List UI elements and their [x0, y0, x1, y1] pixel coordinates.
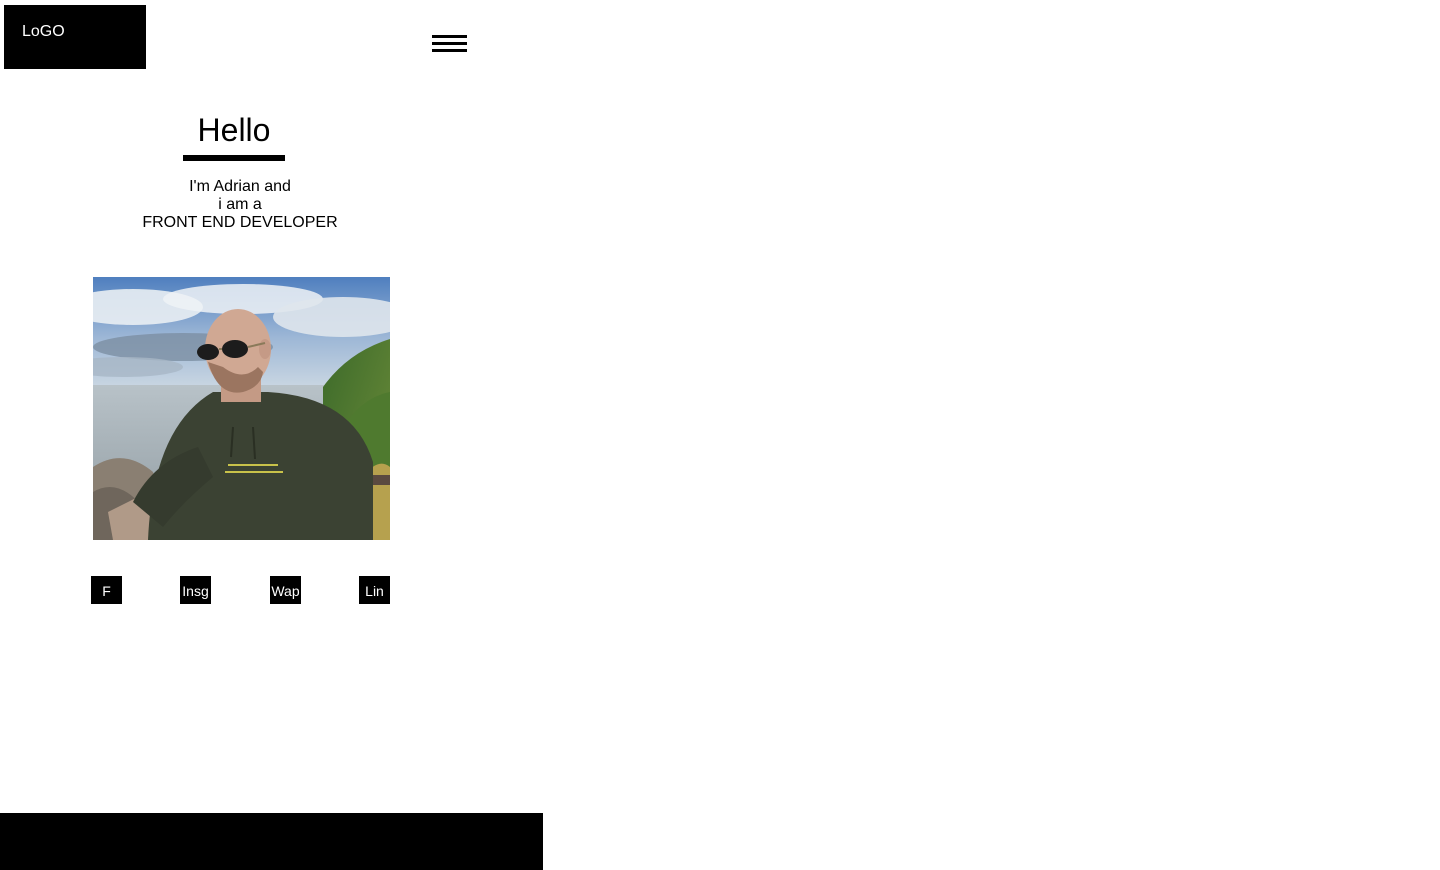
whatsapp-link[interactable]: Wap [270, 576, 301, 604]
menu-bar [432, 42, 467, 45]
hero-title: Hello [197, 112, 271, 148]
facebook-link[interactable]: F [91, 576, 122, 604]
footer [0, 813, 543, 870]
intro-text: I'm Adrian and i am a FRONT END DEVELOPE… [90, 178, 390, 232]
instagram-link[interactable]: Insg [180, 576, 211, 604]
intro-line: i am a [218, 196, 262, 213]
title-underline [183, 155, 285, 161]
intro-line: FRONT END DEVELOPER [142, 214, 338, 231]
hamburger-menu-icon[interactable] [432, 35, 467, 55]
logo-text: LoGO [22, 23, 65, 40]
menu-bar [432, 35, 467, 38]
menu-bar [432, 49, 467, 52]
profile-photo [93, 277, 390, 540]
page: LoGO Hello I'm Adrian and i am a FRONT E… [0, 0, 1440, 870]
intro-line: I'm Adrian and [189, 178, 291, 195]
linkedin-link[interactable]: Lin [359, 576, 390, 604]
logo[interactable]: LoGO [4, 5, 146, 69]
